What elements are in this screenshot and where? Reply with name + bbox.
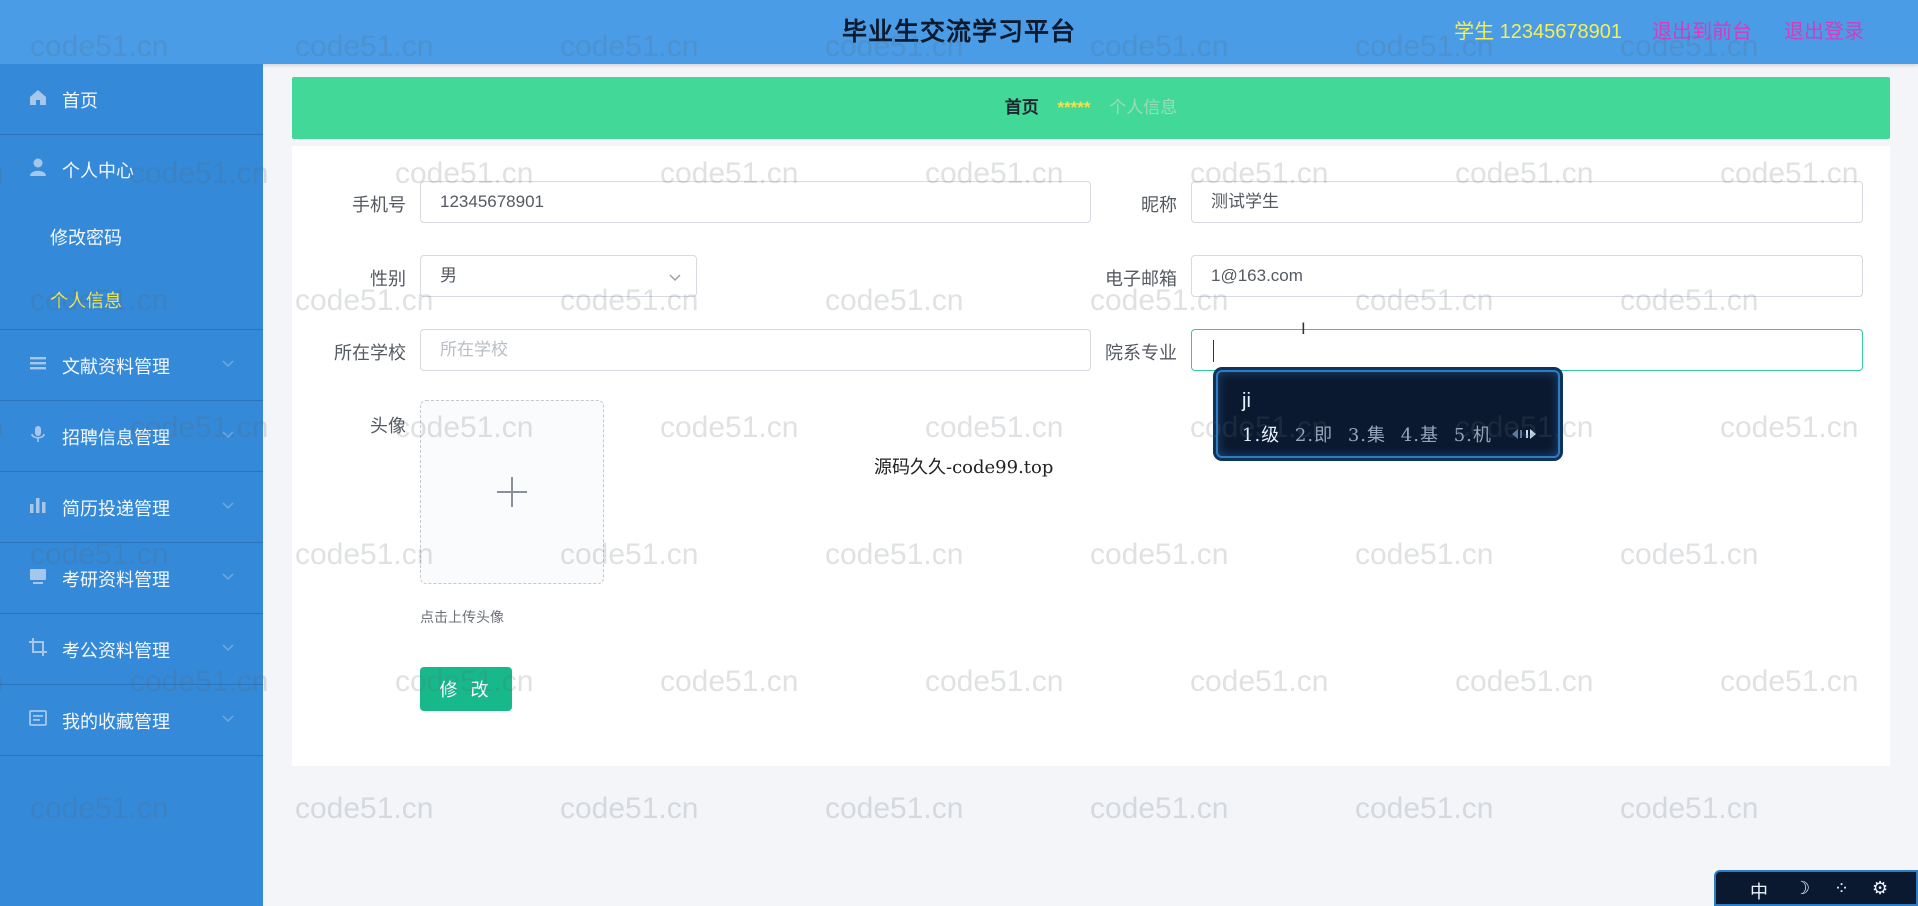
breadcrumb-separator: ***** (1057, 98, 1091, 117)
ime-candidate[interactable]: 3.集 (1348, 425, 1386, 446)
ime-language-toggle[interactable]: 中 (1750, 878, 1768, 904)
top-header: 毕业生交流学习平台 学生 12345678901 退出到前台 退出登录 (0, 0, 1918, 64)
email-label: 电子邮箱 (1105, 269, 1177, 289)
sidebar-item-civil-service[interactable]: 考公资料管理 (0, 614, 263, 685)
avatar-label: 头像 (370, 416, 406, 436)
breadcrumb-current: 个人信息 (1109, 98, 1178, 117)
upload-hint: 点击上传头像 (420, 609, 504, 625)
sidebar-subitem-personal-info[interactable]: 个人信息 (50, 287, 122, 313)
avatar-upload[interactable] (420, 400, 604, 584)
ime-composition: ji (1242, 390, 1251, 412)
chevron-down-icon (222, 715, 234, 723)
text-caret (1213, 339, 1214, 362)
gender-label: 性别 (370, 269, 406, 289)
bar-chart-icon (30, 498, 46, 513)
crop-icon (29, 638, 47, 656)
back-to-frontend-link[interactable]: 退出到前台 (1652, 15, 1752, 44)
chevron-down-icon (669, 274, 681, 282)
sidebar-item-recruitment[interactable]: 招聘信息管理 (0, 401, 263, 472)
ime-candidate[interactable]: 1.级 (1242, 425, 1280, 446)
major-label: 院系专业 (1105, 343, 1177, 363)
chevron-down-icon (222, 360, 234, 368)
user-icon (30, 158, 46, 176)
ime-settings-button[interactable]: ⚙ (1872, 878, 1888, 899)
logout-link[interactable]: 退出登录 (1784, 15, 1864, 44)
phone-field[interactable]: 12345678901 (420, 181, 1091, 223)
sidebar-item-literature[interactable]: 文献资料管理 (0, 330, 263, 401)
nickname-field[interactable]: 测试学生 (1191, 181, 1863, 223)
source-caption: 源码久久-code99.top (874, 457, 1054, 478)
chevron-down-icon (222, 502, 234, 510)
sidebar-item-label: 文献资料管理 (62, 357, 170, 377)
sidebar-item-label: 简历投递管理 (62, 499, 170, 519)
watermark-text: code51.cn (825, 792, 964, 825)
list-icon (30, 357, 46, 370)
home-icon (30, 90, 46, 105)
ime-candidate-popup: ji 1.级 2.即 3.集 4.基 5.机 (1216, 370, 1560, 458)
ime-candidate[interactable]: 2.即 (1295, 425, 1333, 446)
nickname-label: 昵称 (1141, 195, 1177, 215)
current-user: 学生 12345678901 (1454, 21, 1622, 43)
sidebar-item-home[interactable]: 首页 (0, 64, 263, 135)
sidebar-item-favorites[interactable]: 我的收藏管理 (0, 685, 263, 756)
monitor-icon (30, 569, 46, 584)
breadcrumb: 首页 ***** 个人信息 (292, 77, 1890, 139)
ime-candidate[interactable]: 5.机 (1454, 425, 1492, 446)
chevron-down-icon (222, 431, 234, 439)
gender-selected-value: 男 (440, 266, 457, 285)
watermark-text: code51.cn (295, 792, 434, 825)
school-label: 所在学校 (334, 343, 406, 363)
sidebar: 首页 个人中心 修改密码 个人信息 文献资料管理 招聘信息管理 简历投递管理 考… (0, 64, 263, 906)
app-title: 毕业生交流学习平台 (841, 18, 1076, 46)
gender-select[interactable]: 男 (420, 255, 697, 297)
watermark-text: code51.cn (1620, 792, 1759, 825)
sidebar-item-label: 考公资料管理 (62, 641, 170, 661)
chevron-down-icon (222, 573, 234, 581)
card-icon (29, 710, 47, 726)
sidebar-subitem-change-password[interactable]: 修改密码 (50, 224, 122, 250)
microphone-icon (31, 426, 45, 442)
ime-candidate[interactable]: 4.基 (1401, 425, 1439, 446)
chevron-down-icon (222, 644, 234, 652)
i-beam-cursor-icon: Ⅰ (1301, 321, 1306, 338)
sidebar-item-label: 招聘信息管理 (62, 428, 170, 448)
ime-punctuation-toggle[interactable]: ☽ (1794, 878, 1810, 899)
sidebar-item-label: 考研资料管理 (62, 570, 170, 590)
sidebar-item-personal-center[interactable]: 个人中心 (0, 134, 263, 204)
watermark-text: code51.cn (1090, 792, 1229, 825)
page-arrows-icon[interactable] (1510, 428, 1538, 440)
plus-icon (497, 477, 527, 507)
watermark-text: code51.cn (560, 792, 699, 825)
sidebar-item-label: 首页 (62, 91, 98, 111)
email-field[interactable]: 1@163.com (1191, 255, 1863, 297)
sidebar-item-label: 我的收藏管理 (62, 712, 170, 732)
phone-label: 手机号 (352, 195, 406, 215)
school-field[interactable]: 所在学校 (420, 329, 1091, 371)
major-field[interactable] (1191, 329, 1863, 371)
sidebar-item-postgrad[interactable]: 考研资料管理 (0, 543, 263, 614)
sidebar-item-resume[interactable]: 简历投递管理 (0, 472, 263, 543)
save-button[interactable]: 修 改 (420, 667, 512, 711)
sidebar-item-label: 个人中心 (62, 161, 134, 181)
ime-symbol-button[interactable]: ⁘ (1834, 878, 1849, 899)
watermark-text: code51.cn (1355, 792, 1494, 825)
breadcrumb-home[interactable]: 首页 (1005, 98, 1039, 117)
ime-toolbar: 中 ☽ ⁘ ⚙ (1714, 870, 1918, 906)
ime-candidate-list: 1.级 2.即 3.集 4.基 5.机 (1242, 421, 1500, 447)
